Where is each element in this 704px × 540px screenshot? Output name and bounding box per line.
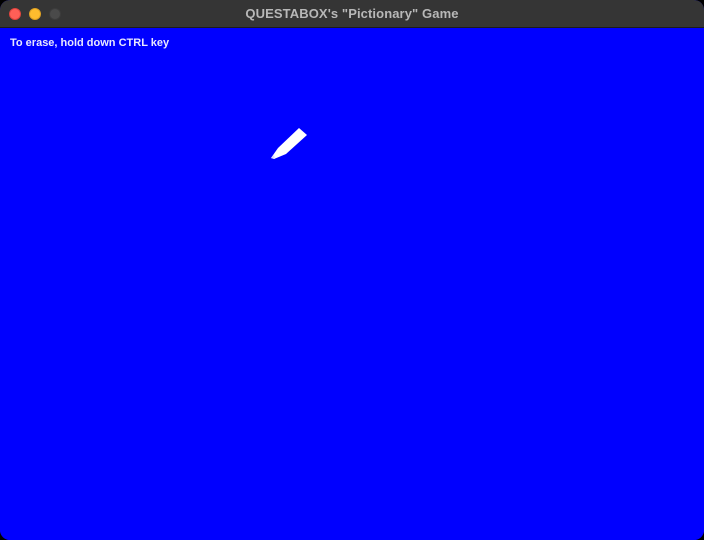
app-window: QUESTABOX's "Pictionary" Game To erase, … bbox=[0, 0, 704, 540]
drawing-canvas[interactable]: To erase, hold down CTRL key bbox=[0, 28, 704, 540]
window-title: QUESTABOX's "Pictionary" Game bbox=[245, 6, 459, 21]
title-bar[interactable]: QUESTABOX's "Pictionary" Game bbox=[0, 0, 704, 28]
erase-hint-text: To erase, hold down CTRL key bbox=[10, 37, 170, 49]
pencil-icon bbox=[271, 128, 307, 159]
